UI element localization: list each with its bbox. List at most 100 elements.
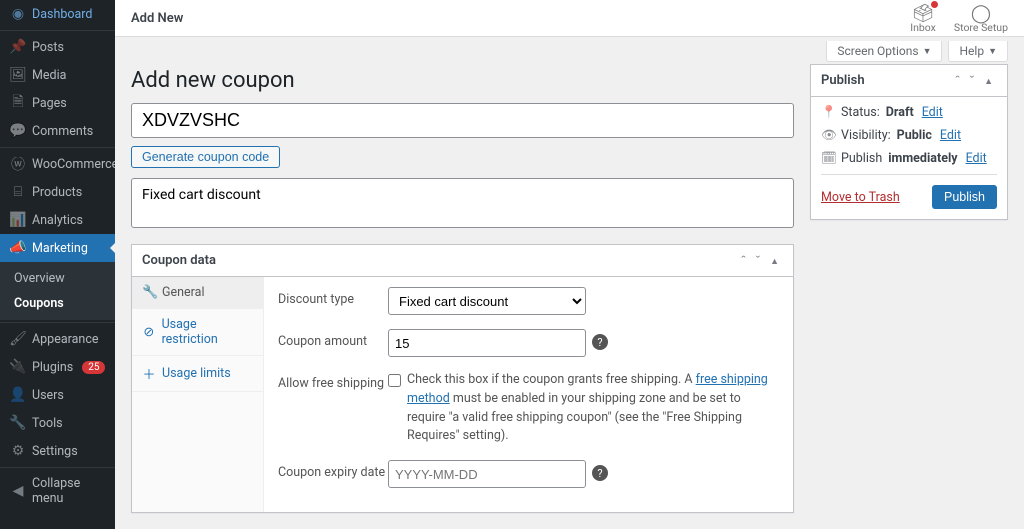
help-icon[interactable]: ? (592, 334, 608, 350)
sidebar-item-woocommerce[interactable]: ⓦ WooCommerce (0, 150, 115, 178)
sidebar-item-users[interactable]: 👤Users (0, 381, 115, 409)
coupon-description-input[interactable]: Fixed cart discount (131, 178, 794, 228)
free-shipping-label: Allow free shipping (278, 371, 388, 391)
edit-visibility-link[interactable]: Edit (940, 128, 961, 143)
sidebar-item-posts[interactable]: 📌 Posts (0, 33, 115, 61)
settings-icon: ⚙ (10, 443, 26, 459)
sidebar-item-label: WooCommerce (32, 157, 118, 172)
coupon-data-title: Coupon data (142, 245, 737, 276)
woocommerce-icon: ⓦ (10, 156, 26, 172)
help-tab[interactable]: Help▼ (948, 41, 1008, 62)
media-icon: 🖼 (10, 67, 26, 83)
dashboard-icon: ◉ (10, 6, 26, 22)
toggle-panel-button[interactable]: ▲ (980, 69, 997, 92)
sidebar-item-label: Comments (32, 124, 93, 139)
sidebar-item-label: Settings (32, 444, 78, 459)
setup-icon: ◯ (971, 3, 991, 21)
tools-icon: 🔧 (10, 415, 26, 431)
key-icon: 📍 (821, 105, 835, 120)
screen-meta: Screen Options▼ Help▼ (115, 37, 1024, 62)
coupon-expiry-input[interactable] (388, 460, 586, 488)
expiry-date-label: Coupon expiry date (278, 460, 388, 480)
topbar-title: Add New (131, 11, 183, 26)
sidebar-item-plugins[interactable]: 🔌 Plugins 25 (0, 353, 115, 381)
publish-value: immediately (888, 151, 957, 166)
topbar: Add New 🗳 Inbox ◯ Store Setup (115, 0, 1024, 37)
submenu-coupons[interactable]: Coupons (0, 291, 115, 316)
coupon-code-input[interactable] (131, 103, 794, 138)
store-setup-button[interactable]: ◯ Store Setup (954, 3, 1008, 34)
plus-icon: ＋ (142, 364, 156, 383)
main-area: Add New 🗳 Inbox ◯ Store Setup Screen Opt… (115, 0, 1024, 529)
move-up-button[interactable]: ˆ (951, 69, 963, 92)
chevron-down-icon: ▼ (923, 46, 932, 57)
discount-type-select[interactable]: Fixed cart discount (388, 287, 586, 315)
products-icon: ⌸ (10, 184, 26, 200)
status-label: Status: (841, 105, 880, 120)
sidebar-item-settings[interactable]: ⚙ Settings (0, 437, 115, 465)
chevron-down-icon: ▼ (988, 46, 997, 57)
sidebar-item-label: Media (32, 68, 66, 83)
sidebar-item-products[interactable]: ⌸ Products (0, 178, 115, 206)
sidebar-item-analytics[interactable]: 📊 Analytics (0, 206, 115, 234)
admin-sidebar: ◉Dashboard 📌 Posts 🖼 Media 🗎Pages 💬 Comment… (0, 0, 115, 529)
free-shipping-checkbox[interactable] (388, 374, 401, 387)
move-down-button[interactable]: ˇ (752, 249, 764, 272)
publish-label: Publish (841, 151, 882, 166)
tab-usage-limits[interactable]: ＋Usage limits (132, 356, 263, 392)
sidebar-item-marketing[interactable]: 📣 Marketing (0, 234, 115, 262)
calendar-icon: 🗓 (821, 151, 835, 166)
move-up-button[interactable]: ˆ (737, 249, 749, 272)
inbox-notification-dot (931, 1, 938, 8)
publish-title: Publish (821, 65, 951, 96)
edit-publish-link[interactable]: Edit (966, 151, 987, 166)
sidebar-item-label: Users (32, 388, 64, 403)
sidebar-item-dashboard[interactable]: ◉Dashboard (0, 0, 115, 28)
status-value: Draft (886, 105, 914, 120)
sidebar-item-tools[interactable]: 🔧 Tools (0, 409, 115, 437)
inbox-button[interactable]: 🗳 Inbox (910, 3, 936, 34)
sidebar-item-label: Plugins (32, 360, 73, 375)
pin-icon: 📌 (10, 39, 26, 55)
visibility-value: Public (897, 128, 932, 143)
sidebar-item-label: Posts (32, 40, 64, 55)
sidebar-item-label: Marketing (32, 241, 88, 256)
plugins-update-badge: 25 (82, 361, 105, 374)
inbox-icon: 🗳 (912, 3, 935, 21)
move-to-trash-link[interactable]: Move to Trash (821, 190, 900, 205)
sidebar-item-appearance[interactable]: 🖌Appearance (0, 325, 115, 353)
publish-button[interactable]: Publish (932, 185, 997, 209)
sidebar-item-label: Analytics (32, 213, 83, 228)
submenu-overview[interactable]: Overview (0, 266, 115, 291)
block-icon: ⊘ (142, 325, 156, 340)
sidebar-item-label: Products (32, 185, 82, 200)
publish-box: Publish ˆ ˇ ▲ 📍Status: DraftEdit 👁Visibi… (810, 64, 1008, 220)
coupon-amount-input[interactable] (388, 329, 586, 357)
discount-type-label: Discount type (278, 287, 388, 307)
sidebar-submenu: Overview Coupons (0, 262, 115, 320)
page-icon: 🗎 (10, 95, 26, 111)
analytics-icon: 📊 (10, 212, 26, 228)
visibility-label: Visibility: (841, 128, 891, 143)
marketing-icon: 📣 (10, 240, 26, 256)
generate-coupon-code-button[interactable]: Generate coupon code (131, 146, 280, 168)
sidebar-item-comments[interactable]: 💬 Comments (0, 117, 115, 145)
sidebar-item-media[interactable]: 🖼 Media (0, 61, 115, 89)
tab-usage-restriction[interactable]: ⊘Usage restriction (132, 309, 263, 356)
coupon-tabs: 🔧General ⊘Usage restriction ＋Usage limit… (132, 277, 264, 512)
edit-status-link[interactable]: Edit (922, 105, 943, 120)
appearance-icon: 🖌 (10, 331, 26, 347)
screen-options-tab[interactable]: Screen Options▼ (826, 41, 942, 62)
sidebar-item-collapse[interactable]: ◀ Collapse menu (0, 470, 115, 512)
help-icon[interactable]: ? (592, 465, 608, 481)
toggle-panel-button[interactable]: ▲ (766, 249, 783, 272)
sidebar-item-pages[interactable]: 🗎Pages (0, 89, 115, 117)
tab-general[interactable]: 🔧General (132, 277, 263, 309)
sidebar-item-label: Collapse menu (32, 476, 107, 506)
move-down-button[interactable]: ˇ (966, 69, 978, 92)
plugins-icon: 🔌 (10, 359, 26, 375)
collapse-icon: ◀ (10, 483, 26, 499)
free-shipping-description: Check this box if the coupon grants free… (407, 371, 779, 446)
sidebar-item-label: Tools (32, 416, 63, 431)
comment-icon: 💬 (10, 123, 26, 139)
